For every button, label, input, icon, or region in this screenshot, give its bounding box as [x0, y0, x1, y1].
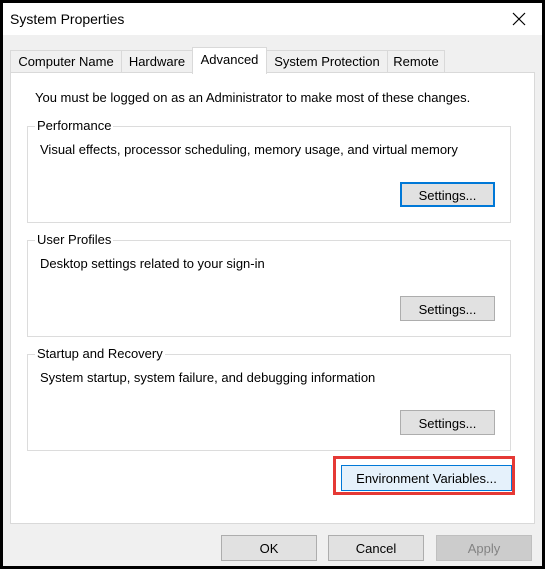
group-label: User Profiles [35, 232, 114, 247]
group-label: Performance [35, 118, 114, 133]
performance-group: Performance Visual effects, processor sc… [27, 118, 511, 223]
tab-remote[interactable]: Remote [387, 50, 445, 72]
startup-recovery-group: Startup and Recovery System startup, sys… [27, 346, 511, 451]
tab-computer-name[interactable]: Computer Name [10, 50, 122, 72]
title-bar: System Properties [3, 3, 542, 35]
group-label: Startup and Recovery [35, 346, 165, 361]
group-description: System startup, system failure, and debu… [40, 370, 376, 385]
highlight-box [333, 456, 515, 495]
cancel-button[interactable]: Cancel [328, 535, 424, 561]
window-title: System Properties [10, 11, 125, 27]
tab-system-protection[interactable]: System Protection [266, 50, 388, 72]
admin-note: You must be logged on as an Administrato… [35, 90, 471, 105]
ok-button[interactable]: OK [221, 535, 317, 561]
close-button[interactable] [496, 3, 542, 35]
group-description: Visual effects, processor scheduling, me… [40, 142, 458, 157]
user-profiles-settings-button[interactable]: Settings... [400, 296, 495, 321]
user-profiles-group: User Profiles Desktop settings related t… [27, 232, 511, 337]
tab-hardware[interactable]: Hardware [121, 50, 193, 72]
performance-settings-button[interactable]: Settings... [400, 182, 495, 207]
group-description: Desktop settings related to your sign-in [40, 256, 265, 271]
apply-button[interactable]: Apply [436, 535, 532, 561]
startup-recovery-settings-button[interactable]: Settings... [400, 410, 495, 435]
close-icon [512, 12, 526, 26]
tab-advanced[interactable]: Advanced [192, 47, 267, 74]
system-properties-window: System Properties Computer Name Hardware… [3, 3, 542, 566]
